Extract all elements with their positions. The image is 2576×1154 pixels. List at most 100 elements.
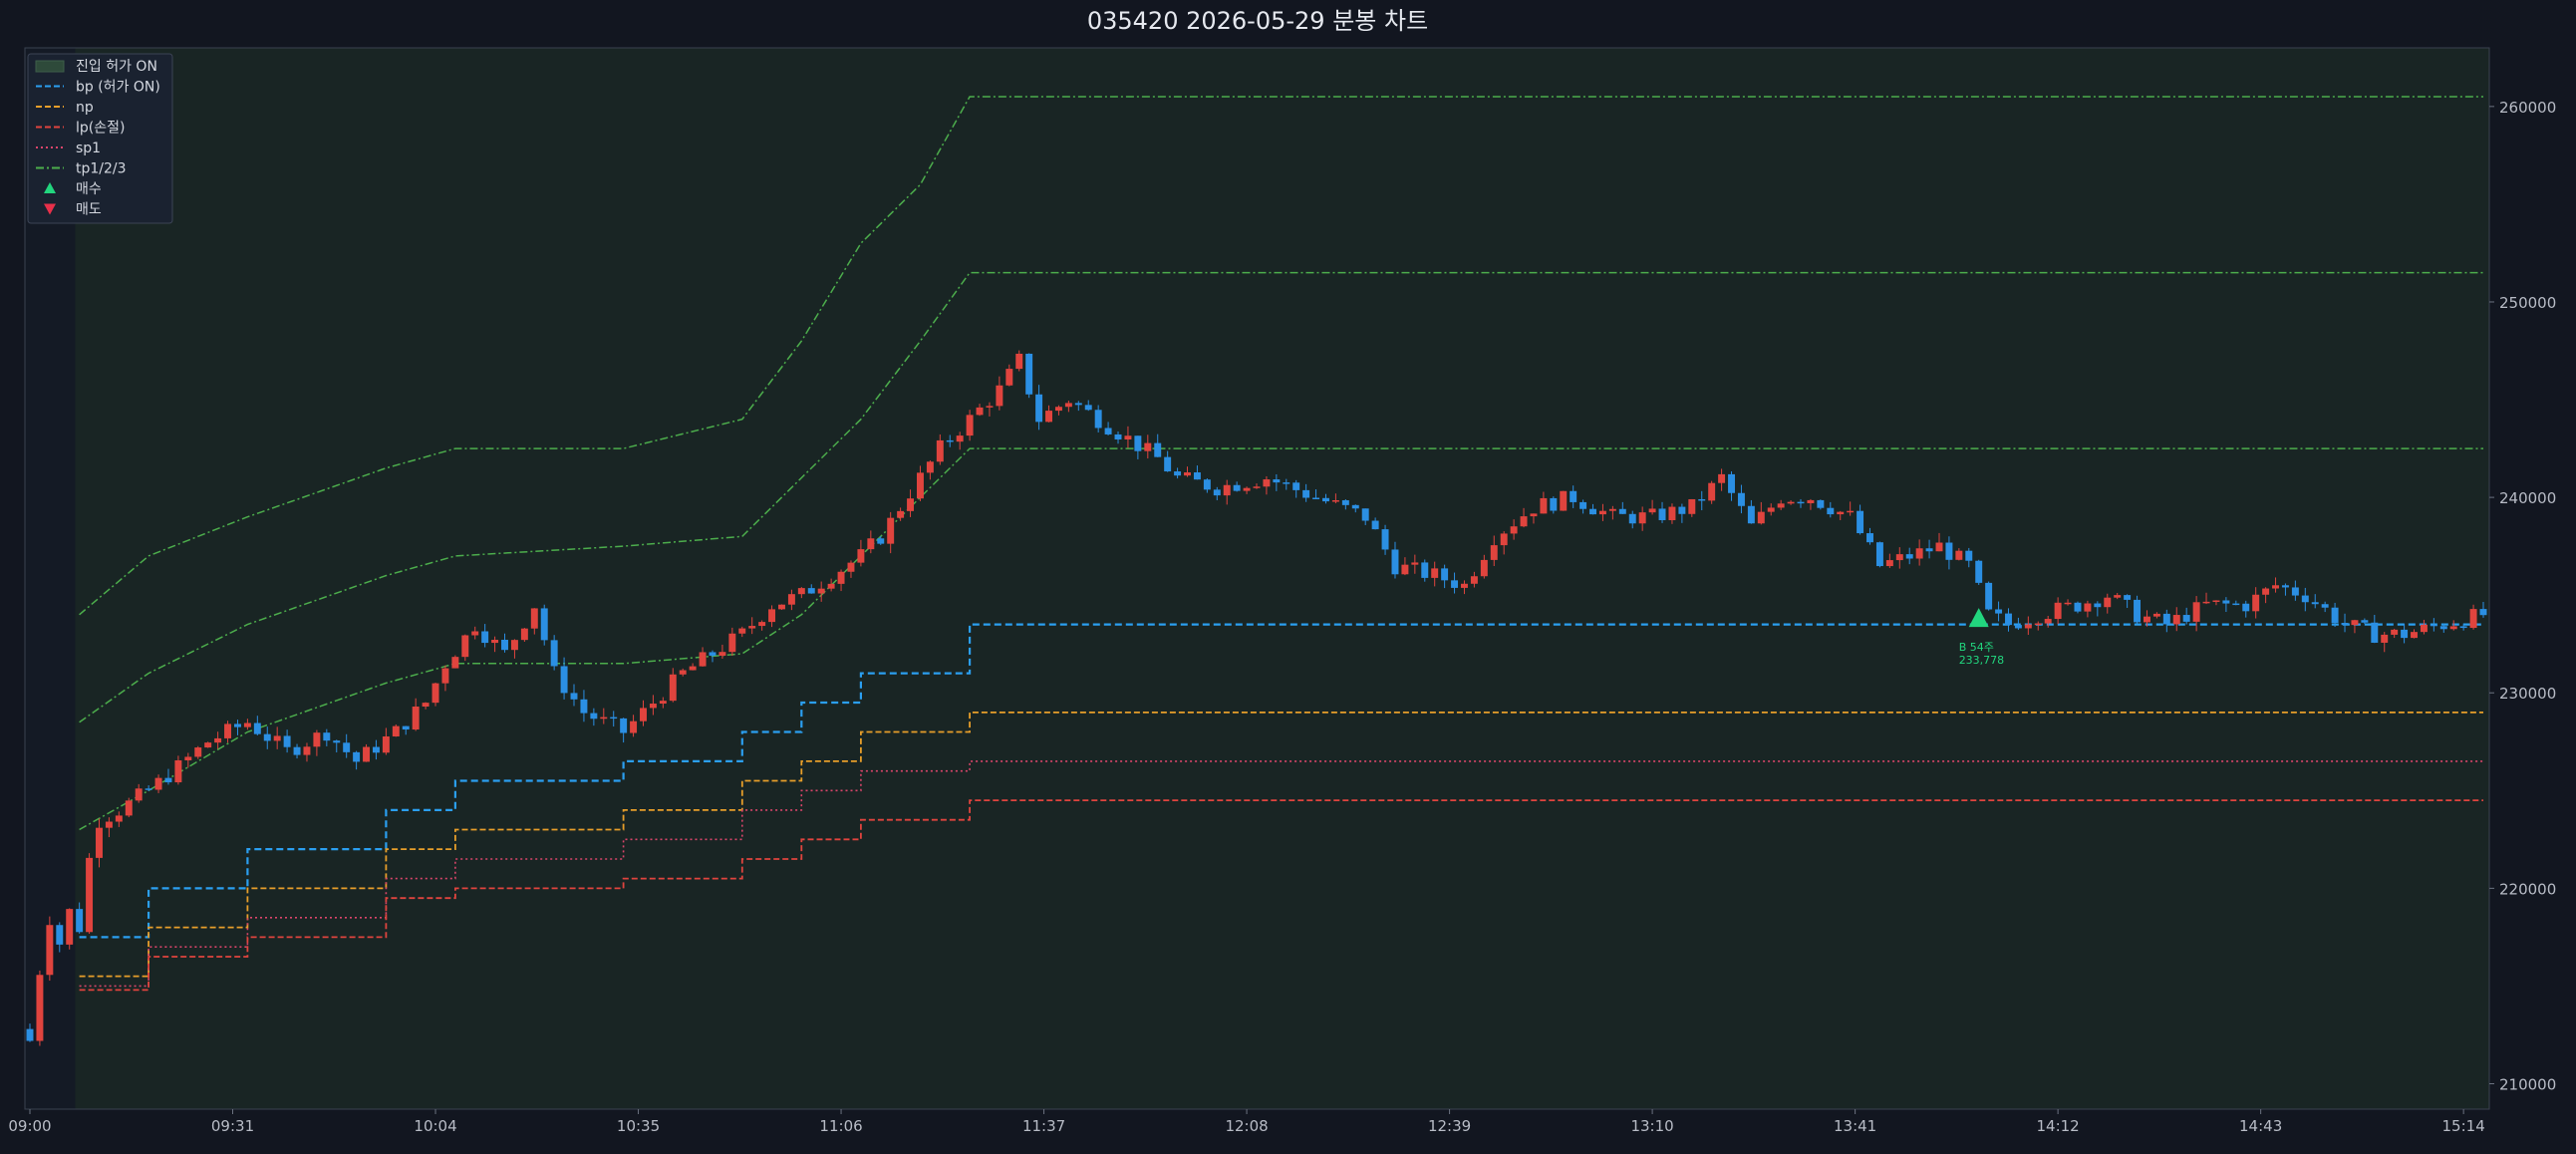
candle-body xyxy=(2420,624,2428,633)
candle-body xyxy=(214,737,222,743)
buy-marker-price: 233,778 xyxy=(1959,654,2005,667)
candle-body xyxy=(1104,428,1112,434)
candle-body xyxy=(1441,568,1449,581)
candle-body xyxy=(2162,613,2170,625)
candle-body xyxy=(184,756,192,760)
candle-body xyxy=(1520,516,1528,527)
candle-body xyxy=(976,407,984,416)
candle-body xyxy=(363,746,371,762)
legend-label: sp1 xyxy=(76,141,101,156)
candle-body xyxy=(817,588,825,594)
candle-body xyxy=(620,718,628,733)
candle-body xyxy=(926,461,934,473)
x-tick-label: 15:14 xyxy=(2442,1117,2485,1135)
candle-body xyxy=(2054,602,2062,620)
candle-body xyxy=(1866,533,1873,543)
candle-body xyxy=(2311,602,2319,605)
candle-body xyxy=(1144,442,1152,451)
candle-body xyxy=(471,631,479,636)
candle-body xyxy=(2321,604,2329,608)
candle-body xyxy=(1490,545,1498,560)
candle-body xyxy=(1283,482,1290,484)
candle-body xyxy=(1570,490,1577,502)
candle-body xyxy=(540,608,548,641)
legend-label: lp(손절) xyxy=(76,121,125,137)
candle-body xyxy=(46,925,54,976)
candle-body xyxy=(2411,632,2418,639)
candle-body xyxy=(2281,585,2289,588)
candle-body xyxy=(1213,489,1221,496)
candle-body xyxy=(1094,410,1102,429)
candle-body xyxy=(1411,562,1419,565)
candle-body xyxy=(2469,609,2477,629)
candle-body xyxy=(1025,353,1033,395)
candle-body xyxy=(2005,613,2012,626)
candle-body xyxy=(26,1028,34,1041)
candle-body xyxy=(76,909,84,933)
candle-body xyxy=(1688,498,1696,514)
candle-body xyxy=(1421,562,1429,578)
candle-body xyxy=(353,751,361,762)
candle-body xyxy=(649,704,657,709)
candle-body xyxy=(2222,600,2230,604)
candle-body xyxy=(323,732,331,741)
candle-body xyxy=(1391,549,1399,575)
candle-body xyxy=(303,746,311,755)
legend-swatch xyxy=(35,60,65,73)
x-tick-label: 11:37 xyxy=(1022,1117,1065,1135)
candle-body xyxy=(1777,503,1785,508)
candle-body xyxy=(2391,629,2399,635)
candle-body xyxy=(1174,471,1182,476)
candle-body xyxy=(1154,442,1162,457)
candle-body xyxy=(1292,482,1300,490)
candle-body xyxy=(1579,501,1587,509)
candle-body xyxy=(2479,609,2487,616)
candle-body xyxy=(1351,504,1359,509)
candle-body xyxy=(2439,626,2447,630)
candle-body xyxy=(946,439,954,442)
candle-body xyxy=(1470,576,1478,584)
y-axis: 210000 220000 230000 240000 250000 260000 xyxy=(2489,99,2556,1094)
candle-body xyxy=(1164,456,1172,472)
x-tick-label: 09:31 xyxy=(211,1117,254,1135)
candle-body xyxy=(1975,560,1983,583)
candle-body xyxy=(243,722,251,727)
candle-body xyxy=(1718,473,1726,483)
candle-body xyxy=(372,746,380,753)
candle-body xyxy=(1847,510,1855,513)
candle-body xyxy=(1461,583,1468,588)
candle-body xyxy=(2034,623,2042,626)
candle-body xyxy=(837,571,845,584)
candle-body xyxy=(105,821,113,828)
candle-body xyxy=(2252,594,2260,612)
candle-body xyxy=(1184,472,1191,476)
candle-body xyxy=(1045,411,1052,423)
candle-body xyxy=(2301,595,2309,603)
candle-body xyxy=(1787,501,1795,504)
candle-body xyxy=(1708,482,1716,501)
candle-body xyxy=(1589,508,1597,515)
y-tick-label: 230000 xyxy=(2499,685,2556,703)
legend-label: tp1/2/3 xyxy=(76,161,127,177)
candle-body xyxy=(689,666,697,671)
candle-body xyxy=(718,652,726,656)
candle-body xyxy=(402,725,410,730)
candle-body xyxy=(115,815,123,822)
candle-body xyxy=(431,683,439,704)
candle-body xyxy=(1618,508,1626,514)
candle-body xyxy=(1698,498,1706,501)
y-tick-label: 260000 xyxy=(2499,99,2556,117)
candle-body xyxy=(2331,607,2339,624)
candle-body xyxy=(56,925,64,945)
candle-body xyxy=(2232,603,2240,606)
x-tick-label: 13:41 xyxy=(1834,1117,1876,1135)
candle-body xyxy=(1737,492,1745,506)
candle-body xyxy=(1965,550,1973,561)
candle-body xyxy=(412,707,420,730)
candle-body xyxy=(1985,582,1993,610)
candle-body xyxy=(640,708,647,721)
candle-body xyxy=(1925,548,1933,552)
x-tick-label: 11:06 xyxy=(819,1117,862,1135)
candle-body xyxy=(382,735,390,753)
candle-body xyxy=(1608,508,1616,511)
